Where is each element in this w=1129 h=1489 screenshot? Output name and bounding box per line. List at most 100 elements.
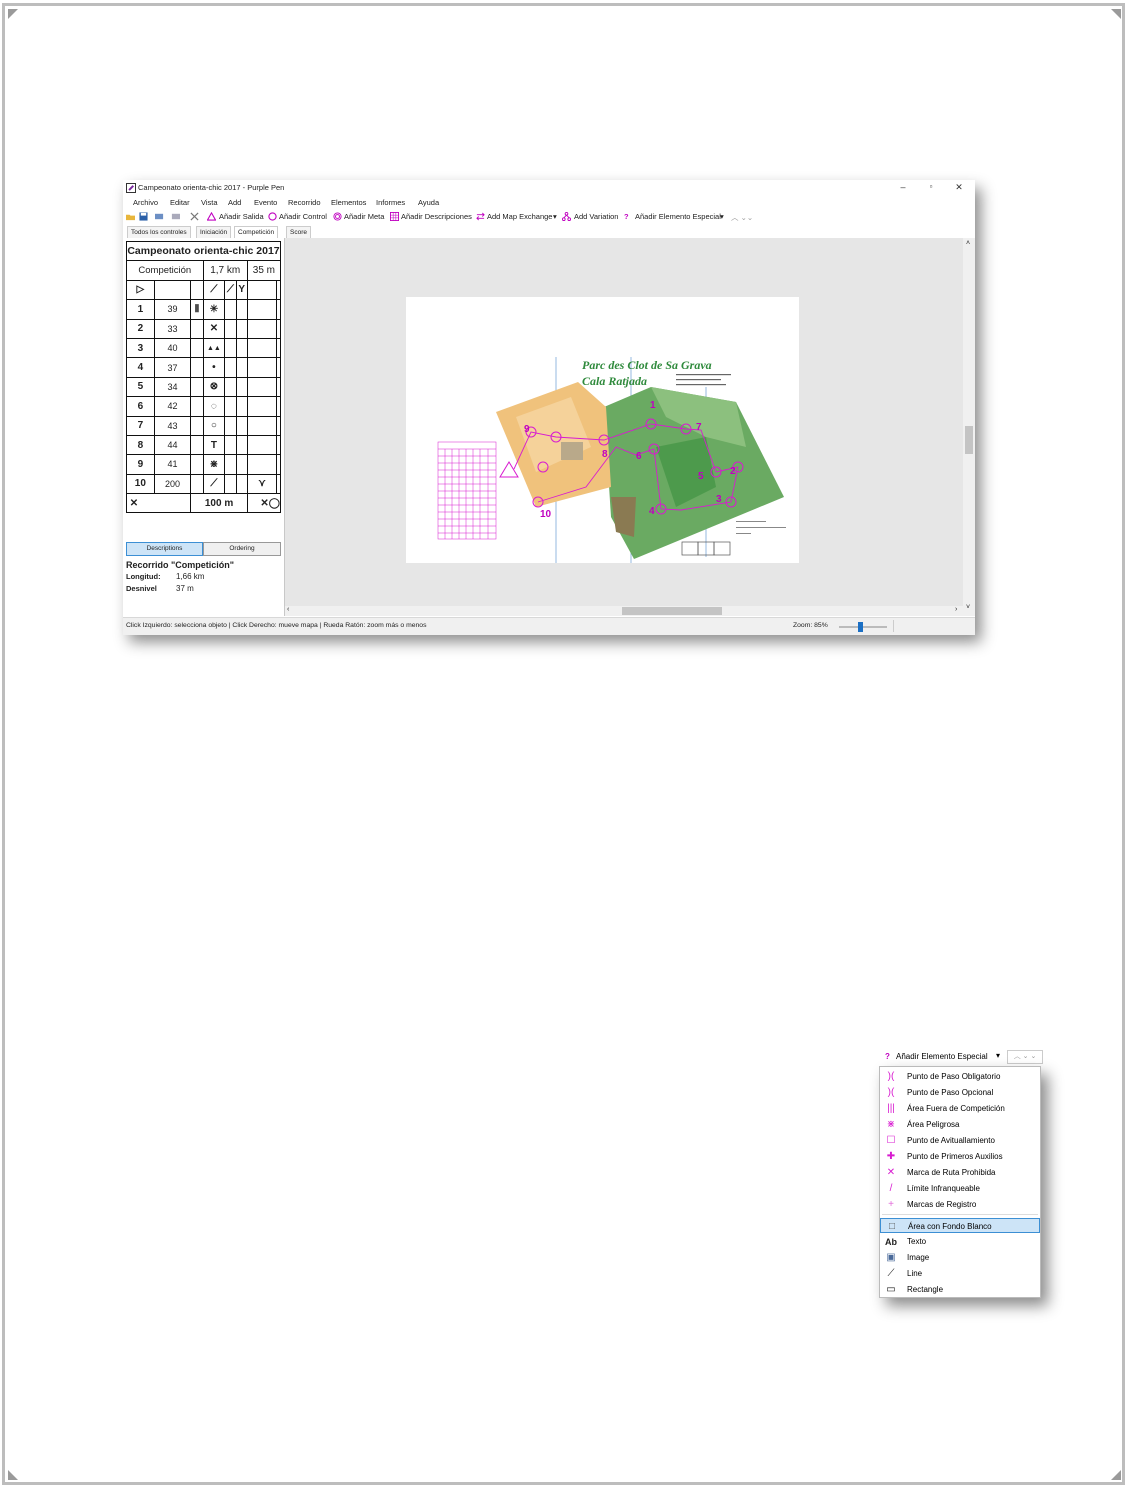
menu-item-label: Texto bbox=[907, 1237, 927, 1246]
add-variation-button[interactable]: Add Variation bbox=[574, 212, 618, 221]
scroll-down-icon[interactable]: ˅ bbox=[966, 604, 970, 611]
table-row[interactable]: 4 37 • bbox=[126, 357, 281, 378]
table-row[interactable]: 7 43 ○ bbox=[126, 415, 281, 436]
special-item-header-label[interactable]: Añadir Elemento Especial bbox=[896, 1052, 988, 1061]
add-finish-button[interactable]: Añadir Meta bbox=[344, 212, 384, 221]
status-hint: Click Izquierdo: selecciona objeto | Cli… bbox=[126, 622, 427, 629]
menu-recorrido[interactable]: Recorrido bbox=[288, 198, 321, 207]
scroll-thumb[interactable] bbox=[622, 607, 722, 615]
tab-todos-los-controles[interactable]: Todos los controles bbox=[127, 226, 191, 238]
table-row[interactable]: 9 41 ⋇ bbox=[126, 454, 281, 475]
menu-item-rectangle[interactable]: ▭ Rectangle bbox=[880, 1282, 1040, 1297]
menu-evento[interactable]: Evento bbox=[254, 198, 277, 207]
tab-iniciacion[interactable]: Iniciación bbox=[196, 226, 232, 238]
menu-elementos[interactable]: Elementos bbox=[331, 198, 366, 207]
climb-label: Desnivel bbox=[126, 584, 157, 593]
save-icon[interactable] bbox=[139, 212, 148, 221]
uncrossable-boundary-icon: / bbox=[889, 1183, 893, 1194]
add-descriptions-button[interactable]: Añadir Descripciones bbox=[401, 212, 472, 221]
map-title: Parc des Clot de Sa Grava bbox=[582, 358, 712, 372]
table-row[interactable]: 6 42 ◌ bbox=[126, 396, 281, 417]
menu-editar[interactable]: Editar bbox=[170, 198, 190, 207]
control-number: 3 bbox=[126, 337, 155, 359]
delete-icon[interactable] bbox=[190, 212, 199, 221]
add-control-button[interactable]: Añadir Control bbox=[279, 212, 327, 221]
special-item-dropdown-header[interactable]: ? Añadir Elemento Especial ▾ ︿ ⌄ ⌄ bbox=[879, 1049, 1043, 1065]
map-canvas[interactable]: 1 2 3 4 5 6 7 8 9 10 Parc des Clot de Sa… bbox=[285, 238, 963, 606]
descriptions-tab-button[interactable]: Descriptions bbox=[126, 542, 203, 556]
map-control-number: 4 bbox=[649, 506, 655, 517]
table-row[interactable]: 8 44 T bbox=[126, 434, 281, 456]
minimize-button[interactable]: – bbox=[893, 181, 913, 193]
scroll-thumb[interactable] bbox=[965, 426, 973, 454]
dropdown-arrow-icon[interactable]: ▾ bbox=[553, 212, 557, 221]
ordering-tab-button[interactable]: Ordering bbox=[203, 542, 281, 556]
map-subtitle: Cala Ratjada bbox=[582, 374, 647, 388]
menu-vista[interactable]: Vista bbox=[201, 198, 218, 207]
finish-start-icon: ✕ bbox=[125, 493, 192, 514]
table-row[interactable]: 2 33 ✕ bbox=[126, 318, 281, 339]
tab-score[interactable]: Score bbox=[286, 226, 311, 238]
menu-archivo[interactable]: Archivo bbox=[133, 198, 158, 207]
table-row[interactable]: 3 40 ▲▲ bbox=[126, 337, 281, 359]
scroll-up-icon[interactable]: ˄ bbox=[966, 240, 970, 247]
line-tools-icon[interactable]: ︿ ⌄ ⌄ bbox=[1007, 1050, 1043, 1064]
title-bar: Campeonato orienta-chic 2017 - Purple Pe… bbox=[123, 180, 975, 194]
menu-add[interactable]: Add bbox=[228, 198, 241, 207]
close-button[interactable]: ✕ bbox=[949, 181, 969, 193]
control-code: 37 bbox=[153, 357, 192, 378]
menu-item-uncrossable-boundary[interactable]: / Límite Infranqueable bbox=[880, 1181, 1040, 1196]
menu-item-label: Marca de Ruta Prohibida bbox=[907, 1168, 996, 1177]
menu-item-text[interactable]: Ab Texto bbox=[880, 1234, 1040, 1249]
tab-competicion[interactable]: Competición bbox=[234, 226, 279, 238]
map-control-number: 6 bbox=[636, 451, 642, 462]
map-control-number: 8 bbox=[602, 449, 608, 460]
undo-icon[interactable] bbox=[155, 212, 164, 221]
add-start-button[interactable]: Añadir Salida bbox=[219, 212, 264, 221]
finish-end-icon: ✕◯ bbox=[246, 493, 282, 514]
menu-ayuda[interactable]: Ayuda bbox=[418, 198, 439, 207]
scroll-right-icon[interactable]: › bbox=[955, 606, 957, 613]
menu-item-line[interactable]: ⟋ Line bbox=[880, 1266, 1040, 1281]
menu-informes[interactable]: Informes bbox=[376, 198, 405, 207]
finish-circle-icon bbox=[333, 212, 342, 221]
menu-item-mandatory-crossing-point[interactable]: )(Punto de Paso Obligatorio bbox=[880, 1069, 1040, 1084]
corner-mark bbox=[1111, 9, 1121, 19]
scroll-left-icon[interactable]: ‹ bbox=[287, 606, 289, 613]
add-map-exchange-button[interactable]: Add Map Exchange bbox=[487, 212, 552, 221]
menu-item-dangerous-area[interactable]: ⋇ Área Peligrosa bbox=[880, 1117, 1040, 1132]
control-code: 39 bbox=[153, 299, 192, 320]
dropdown-arrow-icon[interactable]: ▾ bbox=[720, 212, 724, 221]
length-value: 1,66 km bbox=[176, 572, 205, 581]
menu-item-image[interactable]: ▣ Image bbox=[880, 1250, 1040, 1265]
open-folder-icon[interactable] bbox=[126, 212, 135, 221]
toolbar: Añadir Salida Añadir Control Añadir Meta… bbox=[123, 210, 975, 224]
status-divider bbox=[893, 620, 894, 632]
description-sheet[interactable]: Campeonato orienta-chic 2017 Competición… bbox=[125, 240, 282, 514]
menu-item-water-location[interactable]: ☐ Punto de Avituallamiento bbox=[880, 1133, 1040, 1148]
menu-item-first-aid-point[interactable]: ✚ Punto de Primeros Auxilios bbox=[880, 1149, 1040, 1164]
vertical-scrollbar[interactable]: ˄ ˅ bbox=[963, 238, 975, 616]
menu-item-registration-mark[interactable]: + Marcas de Registro bbox=[880, 1197, 1040, 1212]
horizontal-scrollbar[interactable]: ‹ › bbox=[285, 606, 963, 616]
add-special-item-button[interactable]: Añadir Elemento Especial bbox=[635, 212, 721, 221]
redo-icon[interactable] bbox=[171, 212, 180, 221]
maximize-button[interactable]: ▫ bbox=[921, 181, 941, 193]
zoom-slider[interactable] bbox=[839, 622, 887, 632]
menu-separator bbox=[882, 1214, 1038, 1215]
start-triangle-icon bbox=[207, 212, 216, 221]
white-background-area-icon: □ bbox=[888, 1221, 896, 1232]
course-info-heading: Recorrido "Competición" bbox=[126, 560, 235, 570]
map-control-number: 2 bbox=[730, 466, 736, 477]
menu-item-out-of-bounds-area[interactable]: ||| Área Fuera de Competición bbox=[880, 1101, 1040, 1116]
status-bar: Click Izquierdo: selecciona objeto | Cli… bbox=[123, 617, 975, 635]
menu-item-forbidden-route[interactable]: ✕ Marca de Ruta Prohibida bbox=[880, 1165, 1040, 1180]
dropdown-arrow-icon[interactable]: ▾ bbox=[996, 1051, 1000, 1060]
table-row[interactable]: 1 39 ⦀ ✳ bbox=[126, 299, 281, 320]
menu-item-optional-crossing-point[interactable]: )(Punto de Paso Opcional bbox=[880, 1085, 1040, 1100]
zoom-slider-thumb[interactable] bbox=[858, 622, 863, 632]
table-row[interactable]: 10 200 ⟋ ⋎ bbox=[126, 473, 281, 495]
line-tools-icon[interactable]: ︿ ⌄⌄ bbox=[731, 212, 753, 223]
table-row[interactable]: 5 34 ⊗ bbox=[126, 376, 281, 398]
menu-item-white-background-area[interactable]: □ Área con Fondo Blanco bbox=[880, 1218, 1040, 1233]
